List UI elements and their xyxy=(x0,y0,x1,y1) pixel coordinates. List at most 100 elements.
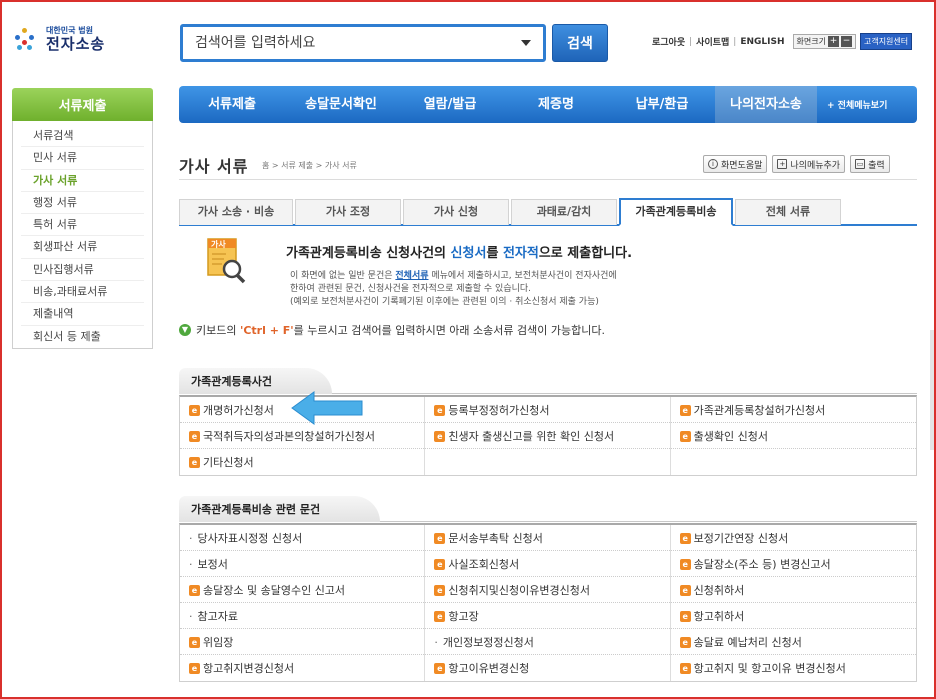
document-link[interactable]: e 출생확인 신청서 xyxy=(671,423,916,449)
document-link[interactable]: e 송달장소(주소 등) 변경신고서 xyxy=(671,551,916,577)
bullet-icon: · xyxy=(189,557,193,571)
document-link[interactable]: e 가족관계등록창설허가신청서 xyxy=(671,397,916,423)
table-row: e 기타신청서 xyxy=(180,449,916,475)
font-plus-button[interactable]: + xyxy=(827,36,839,47)
document-link[interactable]: e 신청취지및신청이유변경신청서 xyxy=(425,577,671,603)
document-link[interactable]: e 보정기간연장 신청서 xyxy=(671,525,916,551)
all-documents-link[interactable]: 전체서류 xyxy=(395,271,428,281)
sidebar-item-doc-search[interactable]: 서류검색 xyxy=(21,125,144,148)
nav-payment[interactable]: 납부/환급 xyxy=(609,86,715,123)
document-link[interactable]: · 당사자표시정정 신청서 xyxy=(180,525,426,551)
e-doc-icon: e xyxy=(679,636,691,648)
page-title: 가사 서류 xyxy=(179,157,249,176)
document-link[interactable]: e 항고취지변경신청서 xyxy=(180,655,426,681)
table-row: e 송달장소 및 송달영수인 신고서 e 신청취지및신청이유변경신청서 e 신청취하서 xyxy=(180,577,916,603)
sitemap-link[interactable]: 사이트맵 xyxy=(696,35,729,48)
sidebar-item-admin[interactable]: 행정 서류 xyxy=(21,192,144,215)
document-link[interactable]: · 개인정보정정신청서 xyxy=(425,629,671,655)
e-doc-icon: e xyxy=(189,456,200,468)
sidebar-item-bankruptcy[interactable]: 회생파산 서류 xyxy=(21,236,144,259)
document-link[interactable]: e 등록부정정허가신청서 xyxy=(425,397,671,423)
english-link[interactable]: ENGLISH xyxy=(740,37,784,47)
sidebar-item-civil[interactable]: 민사 서류 xyxy=(21,147,144,170)
document-label: 항고장 xyxy=(448,609,479,623)
print-button[interactable]: ▭ 출력 xyxy=(850,155,890,173)
document-label: 참고자료 xyxy=(197,609,238,623)
related-docs: · 당사자표시정정 신청서 e 문서송부촉탁 신청서 e 보정기간연장 신청서 · 보정서 e 사… xyxy=(179,523,917,682)
info-line-3: (예외로 보전처분사건이 기록폐기된 이후에는 관련된 이의 · 취소신청서 제… xyxy=(290,297,599,307)
sidebar-title[interactable]: 서류제출 xyxy=(12,88,153,121)
document-link[interactable]: e 항고취하서 xyxy=(671,603,916,629)
sidebar-item-reply[interactable]: 회신서 등 제출 xyxy=(21,326,144,348)
tab-family-mediation[interactable]: 가사 조정 xyxy=(295,199,401,225)
document-link[interactable]: · 보정서 xyxy=(180,551,426,577)
e-doc-icon: e xyxy=(434,532,446,544)
document-link[interactable]: e 국적취득자의성과본의창설허가신청서 xyxy=(180,423,426,449)
e-doc-icon: e xyxy=(679,662,691,674)
document-link[interactable]: e 사실조회신청서 xyxy=(425,551,671,577)
section-title: 가족관계등록비송 관련 문건 xyxy=(179,496,381,522)
document-link[interactable]: e 송달료 예납처리 신청서 xyxy=(671,629,916,655)
font-minus-button[interactable]: − xyxy=(840,36,852,47)
add-menu-button[interactable]: + 나의메뉴추가 xyxy=(772,155,846,173)
e-doc-icon: e xyxy=(679,532,691,544)
help-button[interactable]: i 화면도움말 xyxy=(703,155,768,173)
nav-submit[interactable]: 서류제출 xyxy=(179,86,285,123)
info-title: 가족관계등록비송 신청사건의 신청서를 전자적으로 제출합니다. xyxy=(286,246,633,261)
table-row: · 참고자료 e 항고장 e 항고취하서 xyxy=(180,603,916,629)
document-link[interactable]: · 참고자료 xyxy=(180,603,426,629)
document-link[interactable]: e 송달장소 및 송달영수인 신고서 xyxy=(180,577,426,603)
document-search-icon: 가사 xyxy=(207,238,246,284)
bookmark-icon: + xyxy=(777,159,788,169)
document-link[interactable]: e 기타신청서 xyxy=(180,449,426,475)
print-label: 출력 xyxy=(868,160,885,171)
search-button[interactable]: 검색 xyxy=(552,24,608,62)
chevron-down-icon[interactable] xyxy=(521,40,531,46)
breadcrumb: 홈 > 서류 제출 > 가사 서류 xyxy=(262,161,357,170)
e-doc-icon: e xyxy=(189,404,200,416)
sidebar-item-nonlitigation[interactable]: 비송,과태료서류 xyxy=(21,281,144,304)
search-input[interactable] xyxy=(195,35,505,51)
tab-family-registration[interactable]: 가족관계등록비송 xyxy=(619,198,733,226)
search-tip: ▼ 키보드의 'Ctrl + F'를 누르시고 검색어를 입력하시면 아래 소송… xyxy=(179,322,605,338)
nav-service-check[interactable]: 송달문서확인 xyxy=(285,86,397,123)
sidebar-item-patent[interactable]: 특허 서류 xyxy=(21,214,144,237)
document-link[interactable]: e 항고취지 및 항고이유 변경신청서 xyxy=(671,655,916,681)
tab-all-documents[interactable]: 전체 서류 xyxy=(735,199,841,225)
tab-family-litigation[interactable]: 가사 소송 · 비송 xyxy=(179,199,293,225)
document-label: 항고취지 및 항고이유 변경신청서 xyxy=(693,661,846,675)
e-doc-icon: e xyxy=(679,610,691,622)
sidebar-item-execution[interactable]: 민사집행서류 xyxy=(21,259,144,282)
help-label: 화면도움말 xyxy=(721,160,763,171)
document-link[interactable]: e 문서송부촉탁 신청서 xyxy=(425,525,671,551)
scrollbar[interactable] xyxy=(930,330,934,450)
document-label: 사실조회신청서 xyxy=(448,557,520,571)
nav-view-issue[interactable]: 열람/발급 xyxy=(397,86,503,123)
tab-family-application[interactable]: 가사 신청 xyxy=(403,199,509,225)
document-link[interactable]: e 친생자 출생신고를 위한 확인 신청서 xyxy=(425,423,671,449)
info-icon: i xyxy=(708,159,718,169)
nav-my-ecourt[interactable]: 나의전자소송 xyxy=(715,86,817,123)
help-center-button[interactable]: 고객지원센터 xyxy=(859,33,913,50)
document-label: 보정서 xyxy=(197,557,228,571)
document-label: 등록부정정허가신청서 xyxy=(448,403,550,417)
e-doc-icon: e xyxy=(434,558,446,570)
document-link[interactable]: e 항고이유변경신청 xyxy=(425,655,671,681)
sidebar-item-history[interactable]: 제출내역 xyxy=(21,303,144,326)
document-link[interactable]: e 항고장 xyxy=(425,603,671,629)
table-row: e 국적취득자의성과본의창설허가신청서 e 친생자 출생신고를 위한 확인 신청서 e 출… xyxy=(180,423,916,449)
bullet-icon: · xyxy=(189,531,193,545)
sidebar-item-family[interactable]: 가사 서류 xyxy=(21,170,144,192)
table-row: · 보정서 e 사실조회신청서 e 송달장소(주소 등) 변경신고서 xyxy=(180,551,916,577)
e-doc-icon: e xyxy=(189,636,200,648)
document-label: 기타신청서 xyxy=(203,455,254,469)
document-link[interactable]: e 위임장 xyxy=(180,629,426,655)
logo-title: 전자소송 xyxy=(46,35,106,54)
nav-certificate[interactable]: 제증명 xyxy=(503,86,609,123)
logout-link[interactable]: 로그아웃 xyxy=(652,35,685,48)
document-link[interactable]: e 신청취하서 xyxy=(671,577,916,603)
printer-icon: ▭ xyxy=(855,159,866,169)
tab-fine-detention[interactable]: 과태료/감치 xyxy=(511,199,617,225)
all-menu-link[interactable]: + 전체메뉴보기 xyxy=(827,98,887,111)
court-logo[interactable]: 대한민국 법원 전자소송 xyxy=(12,26,105,54)
